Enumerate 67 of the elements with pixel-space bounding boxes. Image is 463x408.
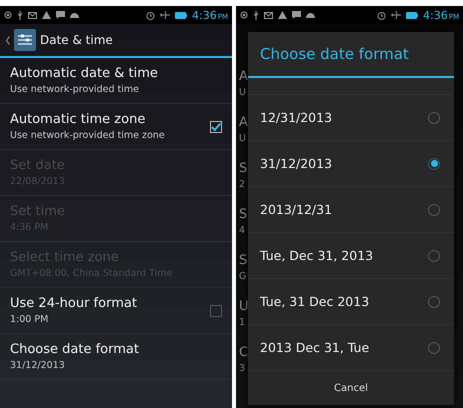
mail-icon	[264, 12, 273, 18]
background-text-fragment: U	[239, 298, 248, 314]
airplane-icon	[160, 11, 170, 19]
option-label: Tue, Dec 31, 2013	[260, 248, 374, 263]
radio-button[interactable]	[428, 342, 440, 354]
back-caret-icon[interactable]	[6, 36, 10, 44]
alarm-clock-icon	[377, 10, 386, 20]
background-text-fragment: 1	[239, 316, 246, 328]
settings-app-icon	[14, 29, 36, 51]
date-format-option[interactable]: Tue, 31 Dec 2013	[248, 279, 454, 325]
date-format-option[interactable]: 31/12/2013	[248, 141, 454, 187]
background-text-fragment: S	[239, 206, 248, 222]
background-text-fragment: A	[239, 68, 248, 84]
date-format-option[interactable]: 2013/12/31	[248, 187, 454, 233]
background-text-fragment: A	[239, 114, 248, 130]
date-format-option[interactable]: 2013 Dec 31, Tue	[248, 325, 454, 371]
airplane-icon	[391, 11, 402, 19]
setting-title: Automatic date & time	[10, 66, 159, 81]
location-icon	[240, 11, 248, 19]
background-text-fragment: U	[239, 132, 247, 144]
cancel-button[interactable]: Cancel	[248, 371, 454, 405]
setting-title: Use 24-hour format	[10, 296, 138, 311]
background-text-fragment: S	[239, 160, 248, 176]
date-format-option[interactable]: 12/31/2013	[248, 95, 454, 141]
warning-icon	[278, 11, 287, 19]
option-label: 2013/12/31	[260, 202, 334, 217]
setting-summary: 31/12/2013	[10, 360, 66, 371]
radio-button[interactable]	[428, 112, 440, 124]
mail-icon	[28, 12, 37, 18]
alarm-clock-icon	[146, 10, 156, 20]
battery-icon	[406, 12, 418, 18]
dialog-title: Choose date format	[260, 45, 409, 63]
option-label: Tue, 31 Dec 2013	[260, 294, 370, 309]
option-label: 2013 Dec 31, Tue	[260, 340, 370, 355]
radio-button[interactable]	[428, 204, 440, 216]
background-text-fragment: 3	[239, 362, 246, 374]
warning-icon	[42, 11, 51, 19]
background-text-fragment: U	[239, 86, 247, 98]
setting-title: Automatic time zone	[10, 112, 146, 127]
checkbox[interactable]	[210, 304, 222, 316]
battery-icon	[175, 12, 188, 18]
radio-button[interactable]	[428, 296, 440, 308]
chat-icon	[292, 11, 301, 19]
background-text-fragment: 4	[239, 224, 246, 236]
screen-title: Date & time	[40, 33, 113, 47]
setting-summary: 1:00 PM	[10, 314, 50, 325]
settings-row[interactable]: Choose date format 31/12/2013	[0, 334, 232, 380]
settings-row[interactable]: Use 24-hour format 1:00 PM	[0, 288, 232, 334]
settings-row[interactable]: Automatic time zone Use network-provided time zone	[0, 104, 232, 150]
chat-icon	[56, 11, 65, 19]
settings-row[interactable]: Automatic date & time Use network-provided time	[0, 58, 232, 104]
setting-summary: Use network-provided time zone	[10, 130, 166, 141]
radio-button[interactable]	[428, 158, 440, 170]
location-icon	[4, 11, 12, 19]
radio-button[interactable]	[428, 250, 440, 262]
setting-summary: Use network-provided time	[10, 84, 140, 95]
option-label: 31/12/2013	[260, 156, 334, 171]
background-text-fragment: 2	[239, 178, 246, 190]
date-format-option[interactable]: Tue, Dec 31, 2013	[248, 233, 454, 279]
background-text-fragment: C	[239, 344, 248, 360]
usb-icon	[253, 10, 259, 20]
checkbox[interactable]	[210, 120, 222, 132]
setting-title: Choose date format	[10, 342, 140, 357]
option-label: 12/31/2013	[260, 110, 334, 125]
background-text-fragment: S	[239, 252, 248, 268]
usb-icon	[17, 10, 23, 20]
background-text-fragment: G	[239, 270, 248, 282]
